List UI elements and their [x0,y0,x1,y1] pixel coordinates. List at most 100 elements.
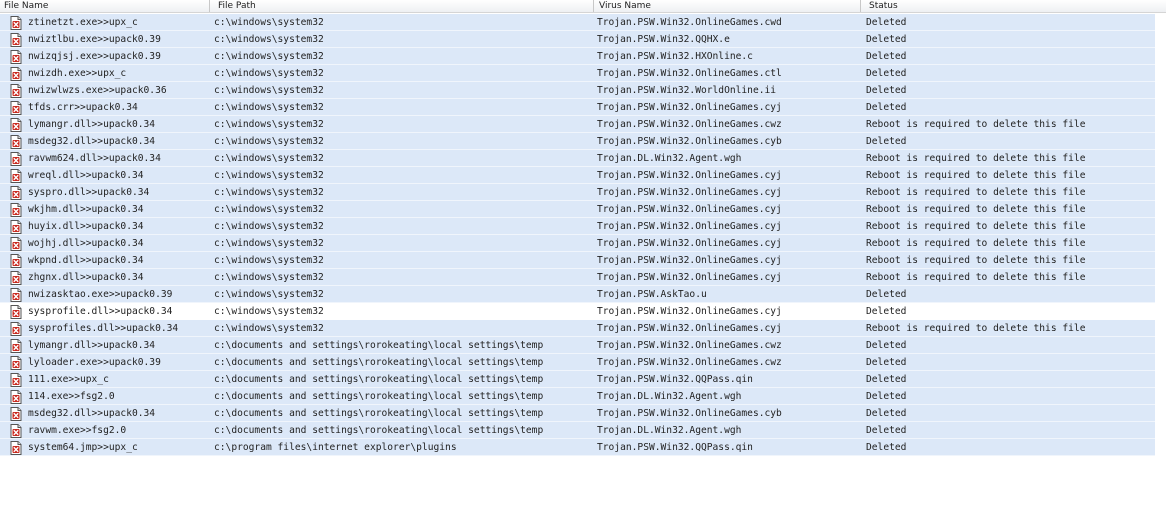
infected-file-icon [9,389,23,404]
column-header-file-path[interactable]: File Path [214,0,594,12]
file-name-cell: wojhj.dll>>upack0.34 [28,238,144,249]
file-name-cell: lymangr.dll>>upack0.34 [28,340,156,351]
status-cell: Deleted [866,102,907,113]
infected-file-icon [9,321,23,336]
status-cell: Reboot is required to delete this file [866,187,1086,198]
infected-file-icon [9,253,23,268]
file-path-cell: c:\windows\system32 [214,119,324,130]
virus-name-cell: Trojan.PSW.Win32.OnlineGames.cyb [597,136,782,147]
status-cell: Deleted [866,17,907,28]
file-name-cell: ztinetzt.exe>>upx_c [28,17,138,28]
table-row[interactable]: ravwm.exe>>fsg2.0 c:\documents and settin… [0,422,1155,439]
virus-name-cell: Trojan.PSW.Win32.QQHX.e [597,34,730,45]
status-cell: Deleted [866,85,907,96]
infected-file-icon [9,236,23,251]
status-cell: Reboot is required to delete this file [866,170,1086,181]
file-path-cell: c:\windows\system32 [214,323,324,334]
scan-results-list: File Name File Path Virus Name Status zt… [0,0,1166,525]
table-row[interactable]: wkpnd.dll>>upack0.34 c:\windows\system32 T… [0,252,1155,269]
status-cell: Reboot is required to delete this file [866,323,1086,334]
table-row[interactable]: sysprofile.dll>>upack0.34 c:\windows\syst… [0,303,1155,320]
file-path-cell: c:\program files\internet explorer\plugi… [214,442,457,453]
table-row[interactable]: 111.exe>>upx_c c:\documents and settings\… [0,371,1155,388]
virus-name-cell: Trojan.PSW.AskTao.u [597,289,707,300]
table-row[interactable]: msdeg32.dll>>upack0.34 c:\documents and s… [0,405,1155,422]
infected-file-icon [9,66,23,81]
file-path-cell: c:\windows\system32 [214,255,324,266]
infected-file-icon [9,406,23,421]
infected-file-icon [9,440,23,455]
infected-file-icon [9,49,23,64]
table-row[interactable]: zhgnx.dll>>upack0.34 c:\windows\system32 T… [0,269,1155,286]
table-row[interactable]: ztinetzt.exe>>upx_c c:\windows\system32 Tr… [0,14,1155,31]
file-path-cell: c:\windows\system32 [214,289,324,300]
virus-name-cell: Trojan.PSW.Win32.OnlineGames.cyj [597,102,782,113]
column-header-file-name[interactable]: File Name [0,0,210,12]
status-cell: Deleted [866,289,907,300]
status-cell: Reboot is required to delete this file [866,238,1086,249]
infected-file-icon [9,15,23,30]
table-row[interactable]: wkjhm.dll>>upack0.34 c:\windows\system32 T… [0,201,1155,218]
file-name-cell: ravwm.exe>>fsg2.0 [28,425,127,436]
virus-name-cell: Trojan.PSW.Win32.OnlineGames.cyj [597,272,782,283]
status-cell: Deleted [866,136,907,147]
file-name-cell: wkpnd.dll>>upack0.34 [28,255,144,266]
file-name-cell: ravwm624.dll>>upack0.34 [28,153,161,164]
column-header-status[interactable]: Status [865,0,1166,12]
file-path-cell: c:\documents and settings\rorokeating\lo… [214,374,544,385]
file-path-cell: c:\documents and settings\rorokeating\lo… [214,425,544,436]
column-header-virus-name[interactable]: Virus Name [595,0,861,12]
table-row[interactable]: 114.exe>>fsg2.0 c:\documents and settings… [0,388,1155,405]
table-row[interactable]: tfds.crr>>upack0.34 c:\windows\system32 Tr… [0,99,1155,116]
virus-name-cell: Trojan.PSW.Win32.OnlineGames.cyj [597,255,782,266]
status-cell: Reboot is required to delete this file [866,204,1086,215]
infected-file-icon [9,304,23,319]
virus-name-cell: Trojan.PSW.Win32.OnlineGames.cyb [597,408,782,419]
file-path-cell: c:\windows\system32 [214,306,324,317]
file-name-cell: msdeg32.dll>>upack0.34 [28,408,156,419]
table-row[interactable]: nwizwlwzs.exe>>upack0.36 c:\windows\syste… [0,82,1155,99]
table-row[interactable]: wreql.dll>>upack0.34 c:\windows\system32 T… [0,167,1155,184]
file-name-cell: 114.exe>>fsg2.0 [28,391,115,402]
table-row[interactable]: nwiztlbu.exe>>upack0.39 c:\windows\system… [0,31,1155,48]
file-path-cell: c:\documents and settings\rorokeating\lo… [214,391,544,402]
file-path-cell: c:\windows\system32 [214,17,324,28]
table-row[interactable]: lymangr.dll>>upack0.34 c:\windows\system3… [0,116,1155,133]
table-row[interactable]: nwizqjsj.exe>>upack0.39 c:\windows\system… [0,48,1155,65]
table-row[interactable]: lymangr.dll>>upack0.34 c:\documents and s… [0,337,1155,354]
file-name-cell: zhgnx.dll>>upack0.34 [28,272,144,283]
status-cell: Deleted [866,357,907,368]
status-cell: Deleted [866,306,907,317]
file-name-cell: nwiztlbu.exe>>upack0.39 [28,34,161,45]
infected-file-icon [9,338,23,353]
status-cell: Deleted [866,340,907,351]
virus-name-cell: Trojan.PSW.Win32.OnlineGames.cwz [597,340,782,351]
status-cell: Reboot is required to delete this file [866,153,1086,164]
status-cell: Deleted [866,374,907,385]
table-row[interactable]: nwizdh.exe>>upx_c c:\windows\system32 Troj… [0,65,1155,82]
table-row[interactable]: system64.jmp>>upx_c c:\program files\inte… [0,439,1155,456]
table-row[interactable]: ravwm624.dll>>upack0.34 c:\windows\system… [0,150,1155,167]
table-row[interactable]: nwizasktao.exe>>upack0.39 c:\windows\syst… [0,286,1155,303]
virus-name-cell: Trojan.PSW.Win32.OnlineGames.ctl [597,68,782,79]
table-row[interactable]: sysprofiles.dll>>upack0.34 c:\windows\sys… [0,320,1155,337]
table-row[interactable]: wojhj.dll>>upack0.34 c:\windows\system32 T… [0,235,1155,252]
table-row[interactable]: huyix.dll>>upack0.34 c:\windows\system32 T… [0,218,1155,235]
infected-file-icon [9,202,23,217]
infected-file-icon [9,423,23,438]
file-name-cell: nwizasktao.exe>>upack0.39 [28,289,173,300]
file-name-cell: sysprofile.dll>>upack0.34 [28,306,173,317]
status-cell: Reboot is required to delete this file [866,119,1086,130]
virus-name-cell: Trojan.PSW.Win32.OnlineGames.cyj [597,221,782,232]
infected-file-icon [9,168,23,183]
table-row[interactable]: syspro.dll>>upack0.34 c:\windows\system32… [0,184,1155,201]
status-cell: Deleted [866,68,907,79]
virus-name-cell: Trojan.PSW.Win32.OnlineGames.cwd [597,17,782,28]
virus-name-cell: Trojan.DL.Win32.Agent.wgh [597,391,742,402]
table-row[interactable]: lyloader.exe>>upack0.39 c:\documents and … [0,354,1155,371]
file-path-cell: c:\windows\system32 [214,136,324,147]
status-cell: Deleted [866,425,907,436]
table-row[interactable]: msdeg32.dll>>upack0.34 c:\windows\system3… [0,133,1155,150]
status-cell: Deleted [866,408,907,419]
infected-file-icon [9,270,23,285]
